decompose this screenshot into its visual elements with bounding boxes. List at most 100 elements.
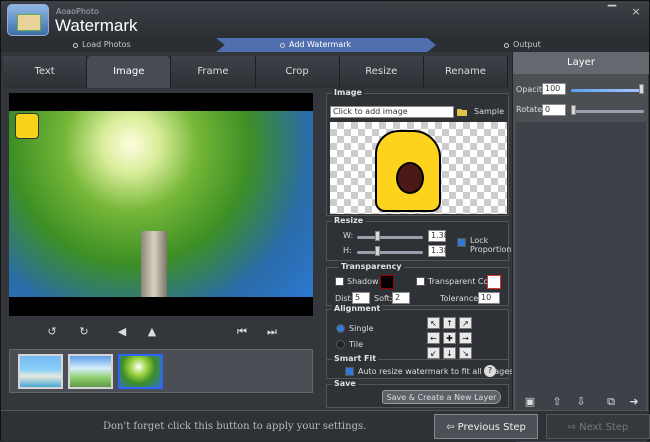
folder-icon[interactable] — [455, 105, 469, 119]
editor-tabs: Text Image Frame Crop Resize Rename — [3, 56, 509, 88]
shadow-color-swatch[interactable] — [380, 275, 394, 289]
rotate-spinner[interactable]: 0 — [542, 104, 566, 116]
rotate-label: Rotate — [516, 105, 543, 114]
height-slider-thumb[interactable] — [375, 246, 380, 256]
tile-radio[interactable] — [336, 340, 345, 349]
app-window: AoaoPhoto Watermark ▔ × Load Photos Add … — [0, 0, 650, 442]
next-image-icon[interactable]: ⏭ — [265, 325, 279, 339]
height-value[interactable]: 1.38 — [428, 245, 449, 257]
width-slider-thumb[interactable] — [375, 231, 380, 241]
thumbnail-shore[interactable] — [68, 354, 113, 389]
rotate-right-icon[interactable]: ↻ — [77, 325, 91, 339]
mirror-icon[interactable]: ▲ — [145, 325, 159, 339]
app-title: Watermark — [55, 16, 138, 35]
align-bottom-left-button[interactable]: ↙ — [427, 347, 440, 359]
export-layer-icon[interactable]: ➜ — [627, 395, 641, 409]
tab-image[interactable]: Image — [87, 56, 172, 88]
rotate-slider-track[interactable] — [571, 110, 644, 113]
layer-list[interactable] — [516, 122, 646, 442]
single-radio[interactable] — [336, 324, 345, 333]
section-title-resize: Resize — [332, 216, 366, 225]
save-new-layer-button[interactable]: Save & Create a New Layer — [382, 390, 501, 404]
rotate-slider-thumb[interactable] — [571, 105, 576, 115]
section-title-image: Image — [332, 88, 364, 97]
mini-watermark-icon[interactable] — [15, 113, 39, 139]
align-top-right-button[interactable]: ↗ — [459, 317, 472, 329]
thumbnail-tree-selected[interactable] — [118, 354, 163, 389]
app-logo-icon — [7, 4, 49, 36]
step-add-watermark[interactable]: Add Watermark — [216, 38, 436, 52]
move-down-icon[interactable]: ⇩ — [574, 395, 588, 409]
step-dot-icon — [504, 43, 509, 48]
step-dot-icon — [280, 43, 285, 48]
align-top-left-button[interactable]: ↖ — [427, 317, 440, 329]
tolerance-spinner[interactable]: 10 — [478, 292, 500, 304]
image-preview[interactable] — [9, 93, 313, 316]
title-bar: AoaoPhoto Watermark ▔ × — [1, 1, 649, 38]
shadow-checkbox[interactable] — [335, 277, 344, 286]
align-right-button[interactable]: → — [459, 332, 472, 344]
align-top-button[interactable]: ↑ — [443, 317, 456, 329]
delete-layer-icon[interactable]: ▣ — [523, 395, 537, 409]
align-left-button[interactable]: ← — [427, 332, 440, 344]
height-label: H: — [343, 246, 352, 255]
single-label: Single — [349, 324, 374, 333]
dist-label: Dist: — [335, 294, 354, 303]
opacity-spinner[interactable]: 100 — [542, 83, 566, 95]
transparent-color-swatch[interactable] — [487, 275, 501, 289]
move-up-icon[interactable]: ⇧ — [550, 395, 564, 409]
watermark-image-preview — [330, 122, 507, 214]
step-load-photos[interactable]: Load Photos — [73, 38, 193, 52]
thumbnail-strip — [9, 349, 313, 393]
width-slider-track[interactable] — [357, 236, 423, 239]
tab-crop[interactable]: Crop — [255, 56, 340, 88]
tree-trunk-image — [141, 231, 167, 297]
previous-arrow-icon: ⇦ — [446, 422, 455, 433]
width-value[interactable]: 1.38 — [428, 230, 449, 242]
soft-spinner[interactable]: 2 — [392, 292, 410, 304]
tab-text[interactable]: Text — [3, 56, 88, 88]
section-title-smart-fit: Smart Fit — [332, 354, 379, 363]
width-label: W: — [343, 231, 354, 240]
copy-layer-icon[interactable]: ⧉ — [604, 395, 618, 409]
image-settings-panel: Image Click to add image watermark... Sa… — [326, 88, 509, 216]
flip-horizontal-icon[interactable]: ◀ — [115, 325, 129, 339]
previous-step-button[interactable]: ⇦ Previous Step — [434, 414, 538, 439]
tab-frame[interactable]: Frame — [171, 56, 256, 88]
save-panel: Save Save & Create a New Layer — [326, 379, 509, 408]
image-path-input[interactable]: Click to add image watermark... — [330, 106, 454, 126]
previous-image-icon[interactable]: ⏮ — [235, 325, 249, 339]
lock-proportion-checkbox[interactable] — [457, 238, 466, 247]
watermark-mouth — [396, 162, 424, 194]
transparent-color-checkbox[interactable] — [416, 277, 425, 286]
next-step-button[interactable]: ⇨ Next Step — [546, 414, 650, 439]
step-label: Output — [513, 40, 541, 49]
close-button[interactable]: × — [629, 6, 643, 18]
minimize-button[interactable]: ▔ — [605, 6, 619, 18]
align-bottom-button[interactable]: ↓ — [443, 347, 456, 359]
height-slider-track[interactable] — [357, 251, 423, 254]
step-dot-icon — [73, 43, 78, 48]
dist-spinner[interactable]: 5 — [352, 292, 370, 304]
tolerance-label: Tolerance: — [440, 294, 481, 303]
sample-button[interactable]: Sample — [472, 105, 506, 119]
align-bottom-right-button[interactable]: ↘ — [459, 347, 472, 359]
step-output[interactable]: Output — [504, 38, 584, 52]
next-arrow-icon: ⇨ — [567, 422, 576, 433]
opacity-slider-thumb[interactable] — [639, 84, 644, 94]
align-center-button[interactable]: ✚ — [443, 332, 456, 344]
tab-rename[interactable]: Rename — [423, 56, 509, 88]
step-progress: Load Photos Add Watermark Output — [1, 38, 649, 52]
tab-resize[interactable]: Resize — [339, 56, 424, 88]
help-icon[interactable]: ? — [484, 365, 496, 377]
previous-step-label: Previous Step — [457, 422, 526, 433]
thumbnail-beach[interactable] — [18, 354, 63, 389]
preview-photo — [9, 111, 313, 297]
opacity-slider-track[interactable] — [571, 89, 644, 92]
next-step-label: Next Step — [579, 422, 629, 433]
layer-panel: Layer Opacity 100 Rotate 0 ▣ ⇧ ⇩ ⧉ ➜ — [512, 52, 649, 442]
lock-label: Lock — [470, 236, 489, 245]
auto-resize-checkbox[interactable] — [345, 367, 354, 376]
layer-panel-title: Layer — [513, 52, 649, 74]
rotate-left-icon[interactable]: ↺ — [45, 325, 59, 339]
